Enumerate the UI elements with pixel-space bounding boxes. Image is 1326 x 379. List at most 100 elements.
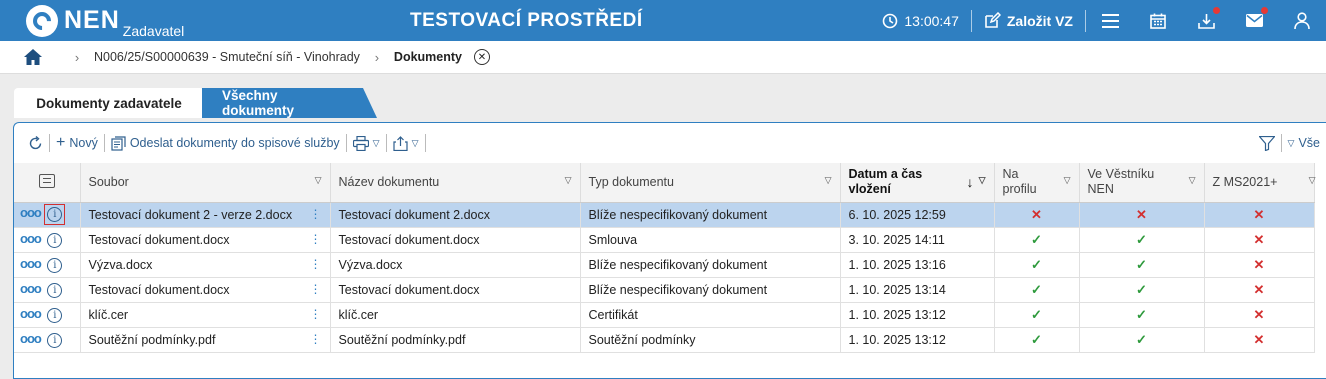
- header-profil-label: Na profilu: [1002, 167, 1037, 197]
- kebab-menu-icon[interactable]: ⋮: [310, 283, 322, 295]
- file-name[interactable]: klíč.cer: [89, 308, 129, 322]
- column-settings-icon: [38, 173, 55, 188]
- table-row[interactable]: ooo i Soutěžní podmínky.pdf ⋮ Soutěžní podm…: [14, 327, 1315, 353]
- file-name[interactable]: Testovací dokument.docx: [89, 283, 230, 297]
- table-row[interactable]: ooo i Testovací dokument 2 - verze 2.docx…: [14, 202, 1315, 228]
- new-button[interactable]: + Nový: [50, 131, 104, 155]
- chevron-down-icon: ▽: [411, 137, 419, 148]
- mail-icon: [1245, 14, 1263, 27]
- nen-logo[interactable]: NEN Zadavatel: [0, 0, 380, 41]
- documents-panel: + Nový Odeslat dokumenty do spisové služ…: [13, 122, 1326, 379]
- filter-dropdown-icon[interactable]: ▽: [1309, 175, 1316, 186]
- filter-dropdown-icon[interactable]: ▽: [1064, 175, 1071, 186]
- more-options-icon[interactable]: ooo: [20, 306, 42, 321]
- clock-icon: [883, 13, 898, 28]
- header-soubor[interactable]: Soubor ▽: [80, 163, 331, 203]
- more-options-icon[interactable]: ooo: [20, 331, 42, 346]
- user-button[interactable]: [1278, 0, 1326, 41]
- file-name[interactable]: Testovací dokument.docx: [89, 233, 230, 247]
- filter-dropdown-icon[interactable]: ▽: [565, 175, 572, 186]
- tab-vsechny-dokumenty[interactable]: Všechny dokumenty: [202, 88, 377, 118]
- table-row[interactable]: ooo i klíč.cer ⋮ klíč.cer Certifikát 1. 10. 2…: [14, 302, 1315, 328]
- kebab-menu-icon[interactable]: ⋮: [310, 333, 322, 345]
- table-row[interactable]: ooo i Testovací dokument.docx ⋮ Testovací d…: [14, 227, 1315, 253]
- filter-dropdown-icon[interactable]: ▽: [825, 175, 832, 186]
- view-select[interactable]: ▽ Vše: [1282, 131, 1326, 155]
- home-link[interactable]: [0, 49, 66, 65]
- info-icon[interactable]: i: [47, 233, 63, 248]
- cell-soubor[interactable]: Výzva.docx ⋮: [80, 252, 331, 278]
- filter-dropdown-icon[interactable]: ▽: [1189, 175, 1196, 186]
- kebab-menu-icon[interactable]: ⋮: [310, 208, 322, 220]
- more-options-icon[interactable]: ooo: [20, 231, 42, 246]
- send-to-registry-button[interactable]: Odeslat dokumenty do spisové služby: [105, 131, 346, 155]
- download-button[interactable]: [1182, 0, 1230, 41]
- kebab-menu-icon[interactable]: ⋮: [310, 233, 322, 245]
- info-icon[interactable]: i: [47, 308, 63, 323]
- print-button[interactable]: ▽: [347, 131, 386, 155]
- kebab-menu-icon[interactable]: ⋮: [310, 308, 322, 320]
- filter-dropdown-icon[interactable]: ▽: [315, 175, 322, 186]
- new-button-label: Nový: [69, 136, 98, 150]
- info-icon[interactable]: i: [47, 207, 63, 222]
- cell-nazev: Soutěžní podmínky.pdf: [330, 327, 581, 353]
- file-name[interactable]: Výzva.docx: [89, 258, 153, 272]
- close-icon[interactable]: ✕: [474, 49, 490, 65]
- cell-typ: Smlouva: [580, 227, 841, 253]
- refresh-button[interactable]: [22, 131, 49, 155]
- cell-soubor[interactable]: Testovací dokument 2 - verze 2.docx ⋮: [80, 202, 331, 228]
- info-highlight: i: [44, 204, 66, 225]
- calendar-button[interactable]: [1134, 0, 1182, 41]
- file-name[interactable]: Soutěžní podmínky.pdf: [89, 333, 216, 347]
- session-timer: 13:00:47: [870, 0, 971, 41]
- info-icon[interactable]: i: [47, 283, 63, 298]
- cell-datum: 1. 10. 2025 13:12: [840, 327, 995, 353]
- header-datum-label: Datum a čas vložení: [848, 167, 923, 197]
- header-datum[interactable]: Datum a čas vložení ↓ ▽: [840, 163, 995, 203]
- tab-dokumenty-zadavatele[interactable]: Dokumenty zadavatele: [14, 88, 204, 118]
- header-nazev[interactable]: Název dokumentu ▽: [330, 163, 581, 203]
- chevron-down-icon: ▽: [372, 137, 380, 148]
- row-actions-cell: ooo i: [14, 277, 81, 303]
- more-options-icon[interactable]: ooo: [20, 205, 42, 220]
- header-vestnik[interactable]: Ve Věstníku NEN ▽: [1079, 163, 1205, 203]
- info-icon[interactable]: i: [47, 333, 63, 348]
- top-bar: NEN Zadavatel TESTOVACÍ PROSTŘEDÍ 13:00:…: [0, 0, 1326, 41]
- filter-dropdown-icon[interactable]: ▽: [979, 175, 986, 186]
- cell-profil-status: ✓: [994, 252, 1080, 278]
- column-settings-header[interactable]: [14, 163, 81, 203]
- sort-descending-icon[interactable]: ↓: [967, 174, 974, 190]
- plus-icon: +: [56, 134, 66, 151]
- filter-button[interactable]: [1253, 131, 1281, 155]
- cell-datum: 1. 10. 2025 13:14: [840, 277, 995, 303]
- more-options-icon[interactable]: ooo: [20, 281, 42, 296]
- cell-typ: Soutěžní podmínky: [580, 327, 841, 353]
- messages-button[interactable]: [1230, 0, 1278, 41]
- cell-vestnik-status: ✕: [1079, 202, 1205, 228]
- table-row[interactable]: ooo i Výzva.docx ⋮ Výzva.docx Blíže nespecif…: [14, 252, 1315, 278]
- cell-ms-status: ✕: [1204, 327, 1315, 353]
- menu-button[interactable]: [1086, 0, 1134, 41]
- cell-datum: 6. 10. 2025 12:59: [840, 202, 995, 228]
- more-options-icon[interactable]: ooo: [20, 256, 42, 271]
- header-profil[interactable]: Na profilu ▽: [994, 163, 1080, 203]
- info-icon[interactable]: i: [47, 258, 63, 273]
- kebab-menu-icon[interactable]: ⋮: [310, 258, 322, 270]
- cell-typ: Blíže nespecifikovaný dokument: [580, 202, 841, 228]
- cell-soubor[interactable]: Testovací dokument.docx ⋮: [80, 277, 331, 303]
- header-ms[interactable]: Z MS2021+ ▽: [1204, 163, 1316, 203]
- cell-soubor[interactable]: Soutěžní podmínky.pdf ⋮: [80, 327, 331, 353]
- breadcrumb-current: Dokumenty: [393, 50, 462, 64]
- export-button[interactable]: ▽: [387, 131, 425, 155]
- create-vz-button[interactable]: Založit VZ: [972, 0, 1085, 41]
- table-row[interactable]: ooo i Testovací dokument.docx ⋮ Testovací d…: [14, 277, 1315, 303]
- breadcrumb-item-tender[interactable]: N006/25/S00000639 - Smuteční síň - Vinoh…: [88, 50, 366, 64]
- header-typ[interactable]: Typ dokumentu ▽: [580, 163, 841, 203]
- cell-soubor[interactable]: Testovací dokument.docx ⋮: [80, 227, 331, 253]
- download-notification-dot: [1213, 7, 1220, 14]
- cell-soubor[interactable]: klíč.cer ⋮: [80, 302, 331, 328]
- file-name[interactable]: Testovací dokument 2 - verze 2.docx: [89, 208, 293, 222]
- view-select-label: Vše: [1298, 136, 1320, 150]
- cell-nazev: Výzva.docx: [330, 252, 581, 278]
- cell-datum: 3. 10. 2025 14:11: [840, 227, 995, 253]
